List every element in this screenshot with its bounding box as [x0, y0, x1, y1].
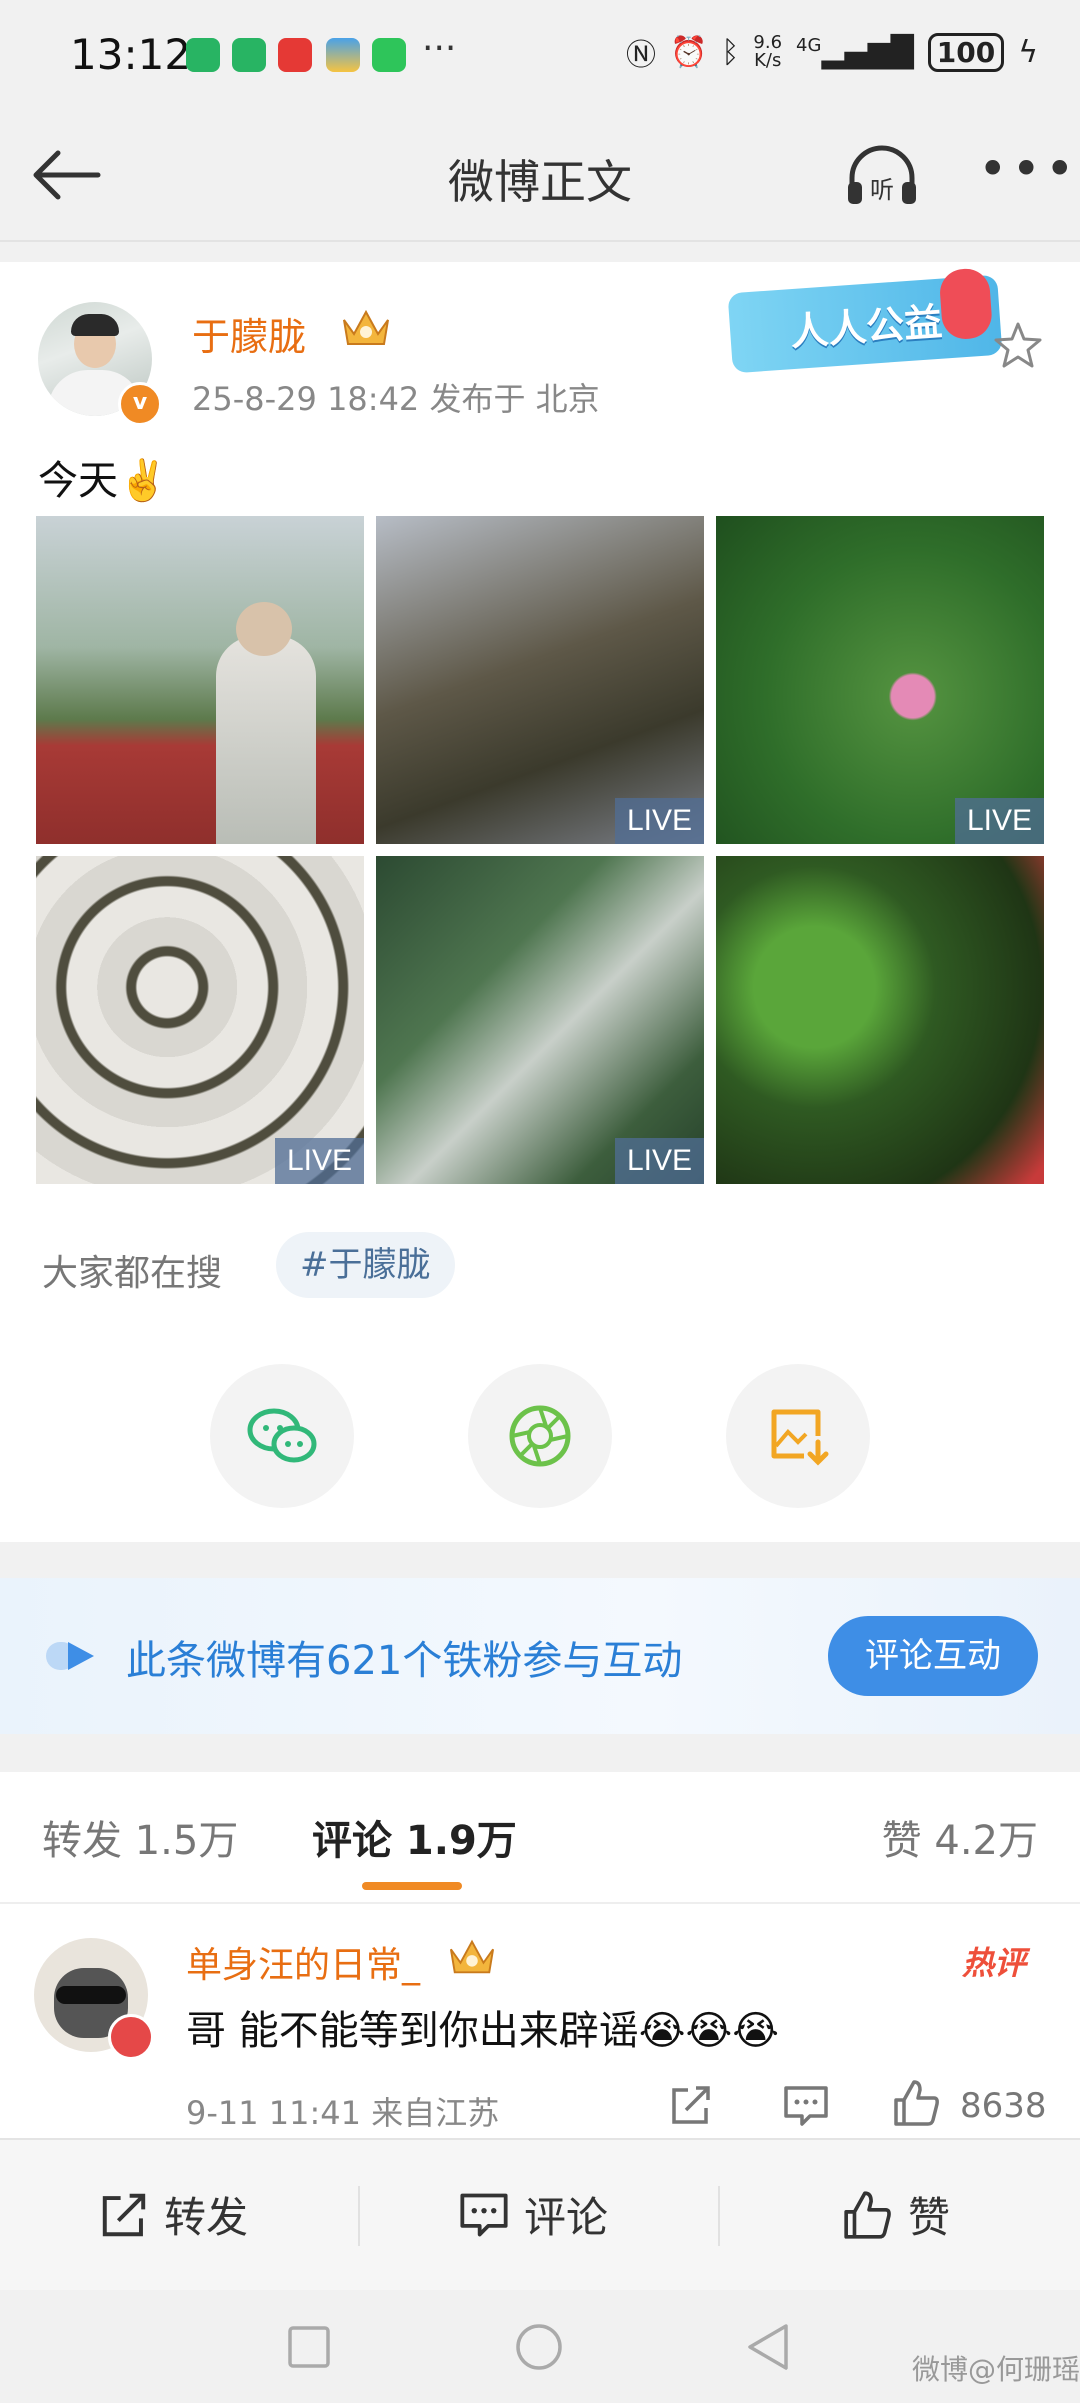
- home-icon[interactable]: [514, 2322, 564, 2372]
- fan-interaction-text: 此条微博有621个铁粉参与互动: [126, 1638, 683, 1684]
- charity-badge-label: 人人公益: [788, 299, 944, 355]
- post-time-location: 25-8-29 18:42 发布于 北京: [192, 380, 600, 418]
- comment-reply-icon[interactable]: [782, 2084, 830, 2128]
- bluetooth-icon: ᛒ: [721, 34, 740, 70]
- live-badge: LIVE: [614, 798, 704, 844]
- more-notifications-icon: ···: [422, 28, 457, 69]
- sports-app-icon-2: [232, 38, 266, 72]
- comment-button[interactable]: 评论: [458, 2184, 608, 2245]
- comment-interact-button[interactable]: 评论互动: [828, 1616, 1038, 1696]
- headphones-listen-icon[interactable]: 听: [842, 142, 922, 212]
- comment-share-icon[interactable]: [668, 2082, 714, 2128]
- watermark: 微博@何珊瑶: [912, 2353, 1080, 2386]
- comment-label: 评论: [524, 2193, 609, 2242]
- like-label: 赞: [908, 2193, 951, 2242]
- battery-indicator: 100: [927, 32, 1005, 72]
- photo-3[interactable]: LIVE: [716, 516, 1044, 844]
- charity-mascot-icon: [938, 267, 994, 341]
- repost-button[interactable]: 转发: [98, 2184, 248, 2245]
- comment-time-location: 9-11 11:41 来自江苏: [186, 2094, 500, 2132]
- charging-icon: ϟ: [1018, 34, 1038, 70]
- nfc-icon: Ⓝ: [626, 38, 657, 73]
- system-nav-bar: 微博@何珊瑶: [0, 2290, 1080, 2403]
- share-wechat-button[interactable]: [210, 1364, 354, 1508]
- alarm-icon: ⏰: [670, 34, 708, 70]
- commenter-name[interactable]: 单身汪的日常_: [186, 1936, 420, 1988]
- live-badge: LIVE: [954, 798, 1044, 844]
- photo-1[interactable]: [36, 516, 364, 844]
- game-app-icon: [326, 38, 360, 72]
- commenter-badge-icon: [108, 2014, 154, 2060]
- verified-badge-icon: v: [118, 382, 162, 426]
- photo-4[interactable]: LIVE: [36, 856, 364, 1184]
- trending-search-label: 大家都在搜: [42, 1253, 223, 1294]
- sports-app-icon: [186, 38, 220, 72]
- fans-icon: [46, 1642, 94, 1670]
- hot-comment-badge: 热评: [962, 1944, 1027, 1982]
- live-badge: LIVE: [274, 1138, 364, 1184]
- comment-like-icon[interactable]: [892, 2078, 942, 2128]
- like-button[interactable]: 赞: [842, 2184, 950, 2245]
- signal-icon: 4G▂▄▆█: [796, 34, 914, 70]
- svg-text:听: 听: [870, 176, 894, 204]
- status-time: 13:12: [70, 30, 192, 79]
- tab-comment[interactable]: 评论 1.9万: [312, 1808, 517, 1866]
- tab-repost[interactable]: 转发 1.5万: [42, 1808, 238, 1866]
- comment-icon: [460, 2193, 508, 2236]
- top-nav-bar: 微博正文 听 •••: [0, 110, 1080, 242]
- post-tabs: 转发 1.5万 评论 1.9万 赞 4.2万: [0, 1772, 1080, 1904]
- charity-badge[interactable]: 人人公益: [727, 267, 1003, 374]
- more-options-icon[interactable]: •••: [978, 140, 1078, 198]
- recent-apps-icon[interactable]: [286, 2324, 332, 2370]
- photo-6[interactable]: [716, 856, 1044, 1184]
- repost-label: 转发: [164, 2193, 249, 2242]
- photo-5[interactable]: LIVE: [376, 856, 704, 1184]
- status-icons: Ⓝ ⏰ ᛒ 9.6 K/s 4G▂▄▆█ 100 ϟ: [626, 30, 1038, 74]
- fan-interaction-banner: 此条微博有621个铁粉参与互动 评论互动: [0, 1578, 1080, 1734]
- crown-member-icon: [449, 1939, 495, 1974]
- comment-text: 哥 能不能等到你出来辟谣😭😭😭: [186, 2008, 779, 2054]
- wechat-app-icon: [372, 38, 406, 72]
- active-tab-indicator: [362, 1882, 462, 1890]
- tab-like[interactable]: 赞 4.2万: [882, 1808, 1038, 1866]
- like-icon: [844, 2190, 891, 2239]
- favorite-star-icon[interactable]: [990, 318, 1046, 374]
- save-image-icon: [771, 1409, 829, 1466]
- share-moments-button[interactable]: [468, 1364, 612, 1508]
- divider: [718, 2186, 720, 2246]
- divider: [358, 2186, 360, 2246]
- comment-item: 单身汪的日常_ 热评 哥 能不能等到你出来辟谣😭😭😭 9-11 11:41 来自…: [0, 1904, 1080, 2140]
- live-badge: LIVE: [614, 1138, 704, 1184]
- wechat-icon: [247, 1408, 317, 1463]
- author-name[interactable]: 于朦胧: [192, 306, 306, 361]
- network-speed: 9.6 K/s: [753, 32, 783, 71]
- crown-member-icon: [343, 309, 389, 345]
- huawei-app-icon: [278, 38, 312, 72]
- post-text: 今天✌️: [38, 458, 168, 504]
- photo-2[interactable]: LIVE: [376, 516, 704, 844]
- post-card: v 于朦胧 25-8-29 18:42 发布于 北京 人人公益 今天✌️ LIV…: [0, 262, 1080, 1542]
- hashtag-chip[interactable]: #于朦胧: [276, 1232, 455, 1298]
- bottom-action-bar: 转发 评论 赞: [0, 2138, 1080, 2290]
- save-image-button[interactable]: [726, 1364, 870, 1508]
- repost-icon: [102, 2193, 146, 2236]
- back-triangle-icon[interactable]: [744, 2322, 792, 2372]
- comment-like-count: 8638: [960, 2086, 1047, 2126]
- status-bar: 13:12 ··· Ⓝ ⏰ ᛒ 9.6 K/s 4G▂▄▆█ 100 ϟ: [0, 0, 1080, 110]
- moments-shutter-icon: [509, 1405, 571, 1467]
